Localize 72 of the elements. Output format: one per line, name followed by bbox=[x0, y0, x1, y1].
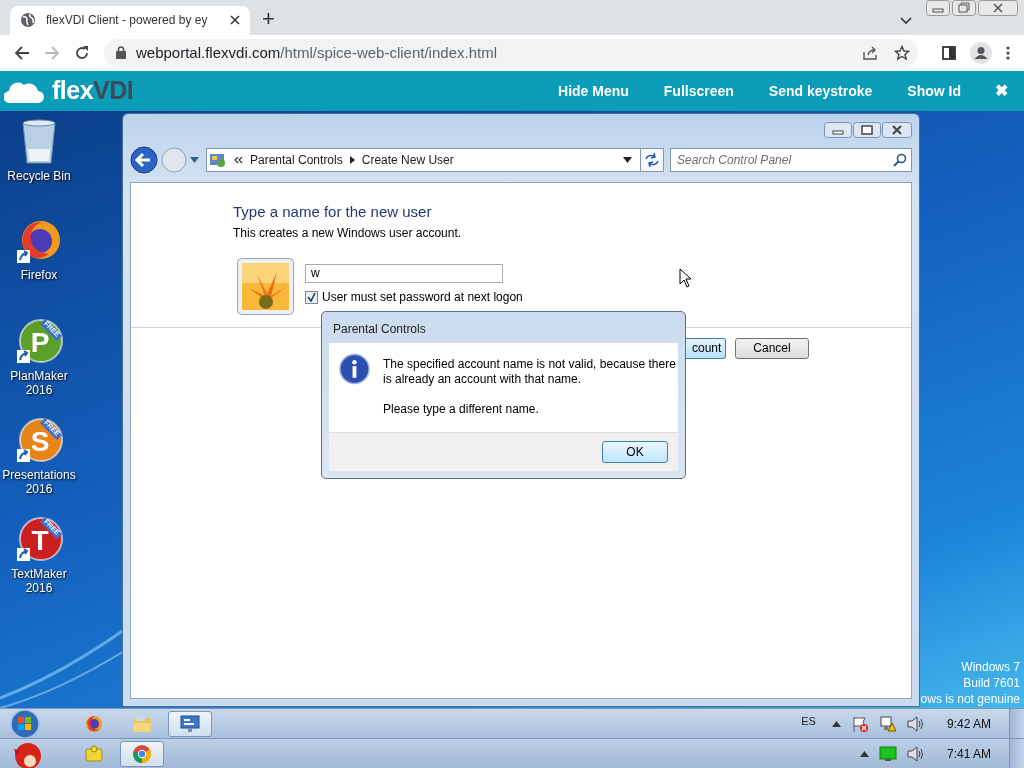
monitor-icon[interactable] bbox=[878, 745, 897, 762]
flag-icon[interactable] bbox=[850, 714, 869, 733]
dialog-title: Parental Controls bbox=[332, 320, 427, 338]
profile-icon[interactable] bbox=[970, 41, 992, 64]
language-indicator[interactable]: ES bbox=[801, 714, 816, 727]
folder-icon bbox=[132, 714, 152, 733]
close-button[interactable] bbox=[978, 0, 1018, 16]
reload-icon[interactable] bbox=[74, 44, 90, 61]
icon-label: PlanMaker bbox=[10, 368, 68, 383]
breadcrumb-item[interactable]: Create New User bbox=[361, 152, 454, 167]
icon-label: 2016 bbox=[25, 580, 53, 595]
icon-label: Presentations bbox=[2, 467, 76, 482]
logo-text: flex bbox=[52, 76, 94, 106]
menu-icon[interactable] bbox=[1006, 45, 1010, 60]
taskbar-item[interactable] bbox=[120, 740, 164, 767]
checkbox-label[interactable]: User must set password at next logon bbox=[322, 290, 523, 304]
side-panel-icon[interactable] bbox=[942, 45, 956, 60]
network-icon[interactable] bbox=[878, 714, 897, 733]
checkbox[interactable] bbox=[305, 290, 318, 304]
watermark-text: Build 7601 bbox=[963, 675, 1020, 691]
icon-label: Firefox bbox=[20, 267, 58, 282]
new-tab-button[interactable]: + bbox=[262, 5, 275, 32]
close-icon[interactable] bbox=[230, 15, 240, 26]
icon-label: Recycle Bin bbox=[7, 168, 71, 183]
close-button[interactable] bbox=[882, 121, 912, 138]
watermark-text: Windows 7 bbox=[961, 659, 1020, 675]
back-icon[interactable] bbox=[14, 44, 30, 61]
page-heading: Type a name for the new user bbox=[233, 202, 433, 220]
maximize-button[interactable] bbox=[853, 121, 881, 138]
lock-icon bbox=[116, 46, 126, 60]
speaker-icon[interactable] bbox=[906, 745, 925, 762]
ok-button[interactable]: OK bbox=[602, 440, 668, 463]
search-field[interactable]: Search Control Panel bbox=[670, 147, 912, 172]
icon-label: 2016 bbox=[25, 481, 53, 496]
share-icon[interactable] bbox=[862, 44, 878, 61]
recycle-bin-icon[interactable] bbox=[19, 118, 59, 165]
arrow-right-icon bbox=[349, 155, 355, 164]
star-icon[interactable] bbox=[894, 44, 910, 61]
refresh-button[interactable] bbox=[640, 147, 664, 172]
icon-label: TextMaker bbox=[11, 566, 67, 581]
info-icon bbox=[339, 352, 370, 385]
chevron-down-icon[interactable] bbox=[900, 16, 912, 25]
browser-tab[interactable]: flexVDI Client - powered by ey bbox=[10, 5, 250, 35]
watermark-text: ows is not genuine bbox=[920, 691, 1020, 707]
firefox-icon bbox=[84, 713, 104, 734]
dialog-hint: Please type a different name. bbox=[383, 401, 540, 417]
breadcrumb-item[interactable]: Parental Controls bbox=[250, 152, 343, 167]
monitor-icon bbox=[180, 714, 200, 733]
dialog-message: The specified account name is not valid, because there is already an account with that name. bbox=[383, 356, 677, 387]
back-button[interactable] bbox=[130, 145, 158, 174]
description-text: This creates a new Windows user account. bbox=[233, 225, 463, 240]
dialog-button[interactable]: count bbox=[684, 337, 726, 359]
address-field[interactable]: webportal.flexvdi.com/html/spice-web-client/index.html bbox=[104, 38, 918, 67]
dialog-button[interactable]: Cancel bbox=[735, 337, 809, 359]
logo-text: VDI bbox=[93, 76, 134, 106]
taskbar-item[interactable] bbox=[168, 710, 212, 737]
globe-icon bbox=[20, 12, 36, 29]
triangle-up-icon[interactable] bbox=[831, 720, 841, 727]
icon-label: 2016 bbox=[25, 382, 53, 397]
speaker-icon[interactable] bbox=[906, 715, 925, 732]
address-bar[interactable]: Parental Controls Create New User bbox=[206, 147, 641, 172]
chevrons-icon bbox=[234, 155, 243, 164]
dropdown-icon[interactable] bbox=[623, 156, 632, 163]
cursor-icon bbox=[679, 267, 692, 288]
chrome-icon bbox=[132, 743, 152, 764]
clock-text[interactable]: 7:41 AM bbox=[946, 746, 991, 761]
triangle-up-icon[interactable] bbox=[859, 750, 869, 757]
restore-button[interactable] bbox=[952, 0, 976, 16]
name-field[interactable]: w bbox=[305, 263, 503, 283]
search-icon[interactable] bbox=[893, 152, 907, 167]
refresh-icon bbox=[644, 152, 660, 167]
clock-text[interactable]: 9:42 AM bbox=[946, 716, 991, 731]
